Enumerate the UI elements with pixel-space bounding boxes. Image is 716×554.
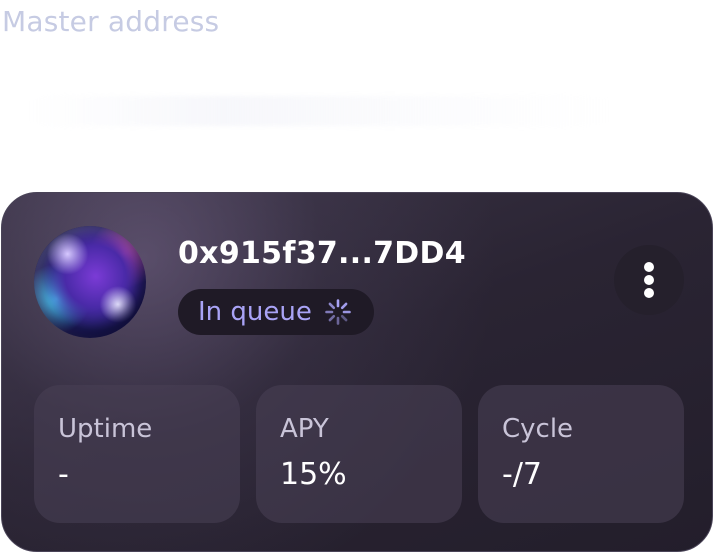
faint-placeholder-bar bbox=[30, 96, 610, 126]
stat-label: Cycle bbox=[502, 414, 574, 444]
more-dot bbox=[644, 275, 654, 285]
stat-label: APY bbox=[280, 414, 329, 444]
stats-row: Uptime - APY 15% Cycle -/7 bbox=[34, 385, 684, 523]
more-dot bbox=[644, 262, 654, 272]
node-address: 0x915f37...7DD4 bbox=[178, 236, 466, 271]
node-card[interactable]: 0x915f37...7DD4 In queue Uptime - APY 15… bbox=[1, 192, 713, 552]
spinner-icon bbox=[324, 298, 352, 326]
page: Master address 0x915f37...7DD4 In queue bbox=[0, 0, 716, 554]
stat-value: - bbox=[58, 457, 69, 492]
more-dot bbox=[644, 288, 654, 298]
stat-apy: APY 15% bbox=[256, 385, 462, 523]
stat-cycle: Cycle -/7 bbox=[478, 385, 684, 523]
stat-value: -/7 bbox=[502, 457, 543, 492]
status-label: In queue bbox=[198, 297, 312, 327]
section-label-master-address: Master address bbox=[2, 5, 220, 38]
stat-uptime: Uptime - bbox=[34, 385, 240, 523]
node-avatar bbox=[34, 226, 146, 338]
stat-label: Uptime bbox=[58, 414, 153, 444]
stat-value: 15% bbox=[280, 457, 347, 492]
status-badge: In queue bbox=[178, 289, 374, 335]
more-vertical-icon bbox=[643, 262, 655, 298]
more-options-button[interactable] bbox=[614, 245, 684, 315]
